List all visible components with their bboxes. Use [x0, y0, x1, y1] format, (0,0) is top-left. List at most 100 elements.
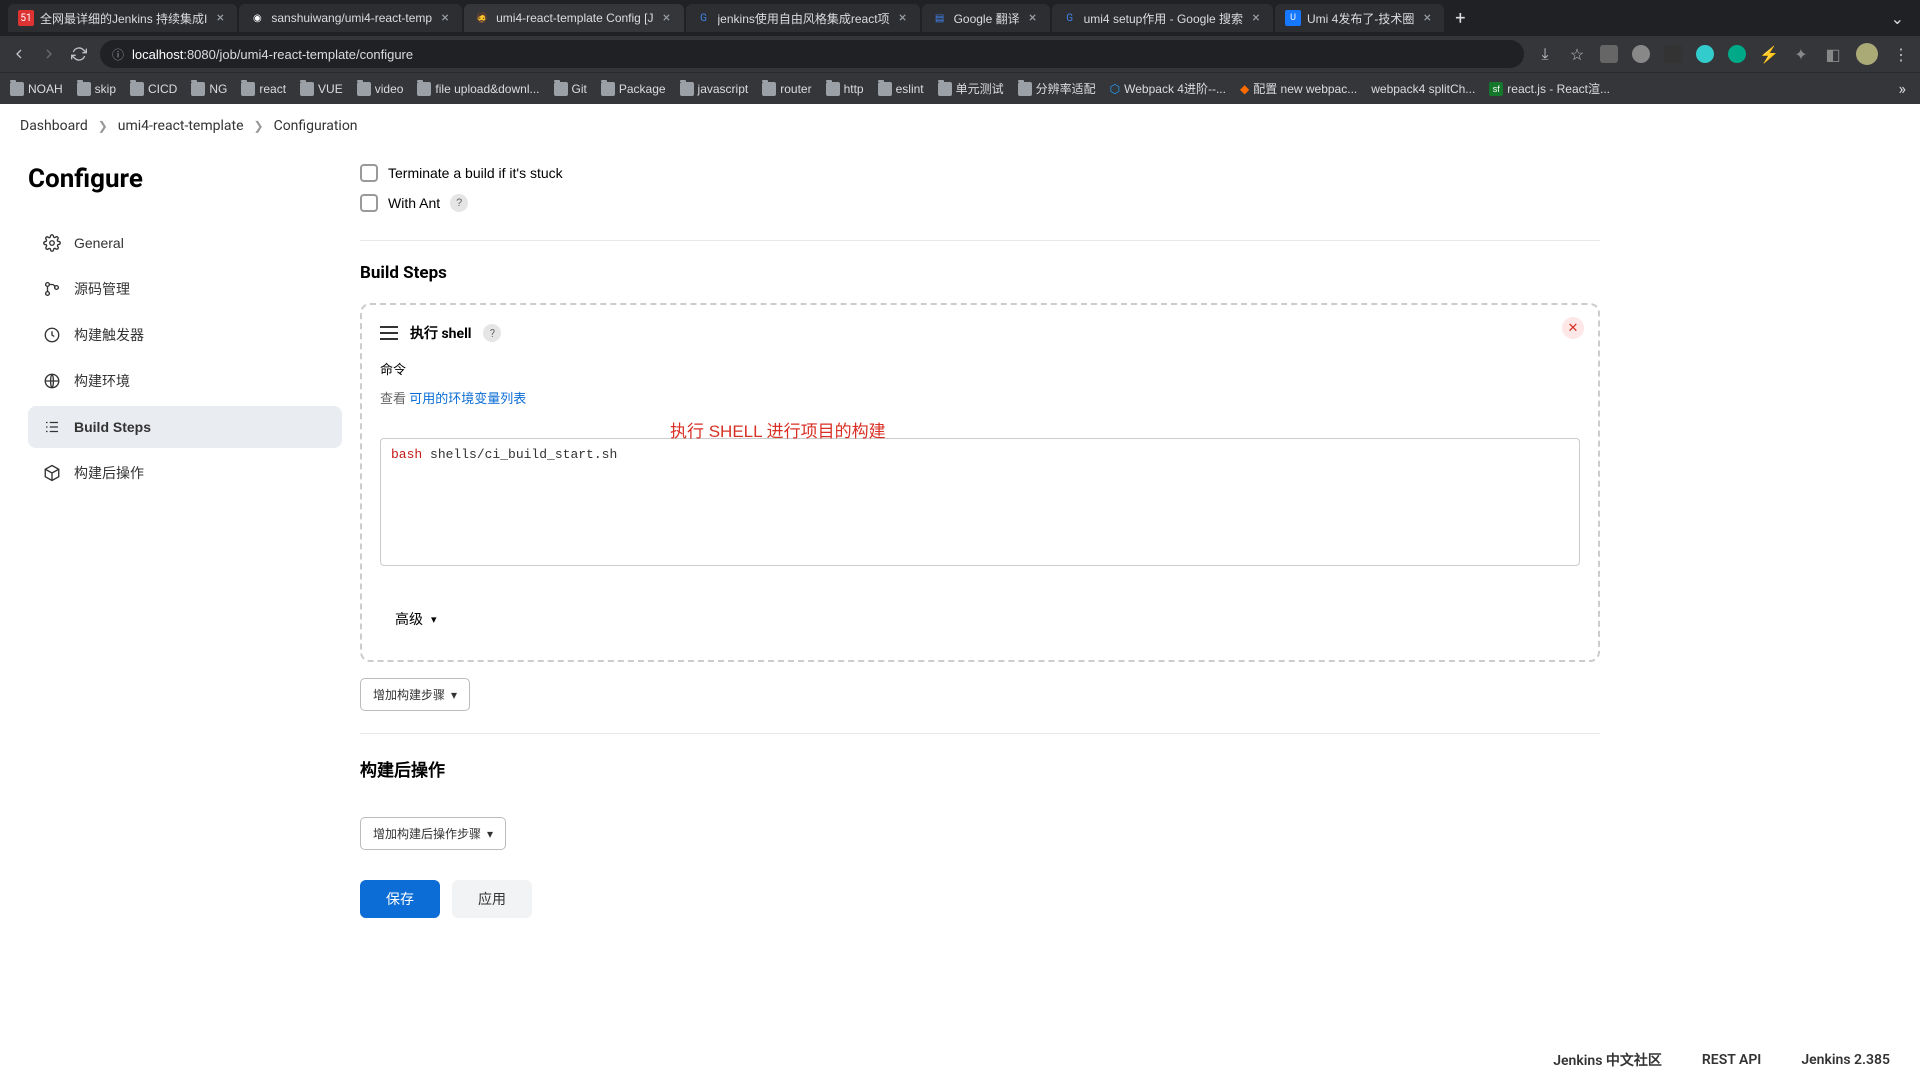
reload-icon[interactable] [70, 45, 88, 63]
close-icon[interactable]: × [213, 11, 227, 25]
back-icon[interactable] [10, 45, 28, 63]
env-vars-hint: 查看 可用的环境变量列表 [380, 388, 1580, 407]
new-tab-button[interactable]: + [1446, 4, 1474, 32]
tabs-overflow-icon[interactable]: ⌄ [1883, 5, 1912, 32]
tab-title: jenkins使用自由风格集成react项 [718, 10, 890, 27]
help-icon[interactable]: ? [450, 194, 468, 212]
info-icon[interactable]: ⓘ [112, 46, 124, 63]
folder-icon [241, 82, 255, 96]
breadcrumb-item[interactable]: umi4-react-template [118, 118, 244, 134]
bookmark-item[interactable]: file upload&downl... [417, 82, 539, 96]
kebab-icon[interactable]: ⋮ [1892, 45, 1910, 63]
bookmark-item[interactable]: skip [77, 82, 116, 96]
add-build-step-button[interactable]: 增加构建步骤 ▾ [360, 678, 470, 711]
forward-icon[interactable] [40, 45, 58, 63]
chevron-down-icon: ▾ [431, 613, 437, 626]
checkbox-icon[interactable] [360, 194, 378, 212]
close-icon[interactable]: × [1249, 11, 1263, 25]
sf-icon: sf [1489, 82, 1503, 96]
terminate-check-row[interactable]: Terminate a build if it's stuck [360, 158, 1600, 188]
tab-0[interactable]: 51 全网最详细的Jenkins 持续集成I × [8, 4, 237, 32]
close-icon[interactable]: × [1026, 11, 1040, 25]
bookmark-item[interactable]: 单元测试 [938, 80, 1004, 97]
checkbox-label: With Ant [388, 195, 440, 211]
footer-version[interactable]: Jenkins 2.385 [1801, 1052, 1890, 1068]
shell-command-input[interactable]: bash shells/ci_build_start.sh [380, 438, 1580, 566]
profile-avatar-icon[interactable] [1856, 43, 1878, 65]
bookmark-item[interactable]: ⬡Webpack 4进阶--... [1110, 80, 1226, 97]
branch-icon [42, 279, 62, 299]
bookmark-item[interactable]: sfreact.js - React渲... [1489, 80, 1610, 97]
page-footer: Jenkins 中文社区 REST API Jenkins 2.385 [0, 1038, 1920, 1080]
bookmark-item[interactable]: NOAH [10, 82, 63, 96]
close-icon[interactable]: × [896, 11, 910, 25]
save-button[interactable]: 保存 [360, 880, 440, 918]
url-text: localhost:8080/job/umi4-react-template/c… [132, 47, 413, 62]
star-icon[interactable]: ☆ [1568, 45, 1586, 63]
tab-2[interactable]: 🧔 umi4-react-template Config [J × [464, 4, 683, 32]
help-icon[interactable]: ? [483, 324, 501, 342]
close-icon[interactable]: × [1420, 11, 1434, 25]
bookmark-item[interactable]: CICD [130, 82, 177, 96]
tab-4[interactable]: ▤ Google 翻译 × [922, 4, 1050, 32]
divider [360, 733, 1600, 734]
bookmark-item[interactable]: webpack4 splitCh... [1371, 82, 1475, 96]
config-form: Terminate a build if it's stuck With Ant… [360, 148, 1640, 1038]
address-bar[interactable]: ⓘ localhost:8080/job/umi4-react-template… [100, 40, 1524, 68]
bookmark-item[interactable]: VUE [300, 82, 343, 96]
sidebar-item-environment[interactable]: 构建环境 [28, 360, 342, 402]
extension-icon[interactable] [1600, 45, 1618, 63]
tab-6[interactable]: U Umi 4发布了-技术圈 × [1275, 4, 1444, 32]
advanced-toggle[interactable]: 高级 ▾ [380, 600, 452, 638]
extensions-icon[interactable]: ✦ [1792, 45, 1810, 63]
bolt-icon[interactable]: ⚡ [1760, 45, 1778, 63]
extension-icon[interactable] [1728, 45, 1746, 63]
tab-1[interactable]: ◉ sanshuiwang/umi4-react-temp × [239, 4, 462, 32]
bookmarks-overflow-icon[interactable]: » [1895, 75, 1911, 102]
apply-button[interactable]: 应用 [452, 880, 532, 918]
footer-rest-link[interactable]: REST API [1702, 1052, 1761, 1068]
sidebar-item-general[interactable]: General [28, 222, 342, 264]
bookmark-item[interactable]: Package [601, 82, 666, 96]
close-icon[interactable]: × [660, 11, 674, 25]
chevron-right-icon: ❯ [254, 119, 264, 133]
checkbox-label: Terminate a build if it's stuck [388, 165, 563, 181]
bookmark-item[interactable]: javascript [680, 82, 749, 96]
remove-step-button[interactable]: ✕ [1562, 317, 1584, 339]
tab-5[interactable]: G umi4 setup作用 - Google 搜索 × [1052, 4, 1273, 32]
drag-handle-icon[interactable] [380, 326, 398, 340]
config-sidebar: Configure General 源码管理 构建触发器 构建环境 Build … [0, 148, 360, 1038]
extension-icon[interactable] [1632, 45, 1650, 63]
bookmark-item[interactable]: ◆配置 new webpac... [1240, 80, 1357, 97]
env-vars-link[interactable]: 可用的环境变量列表 [409, 392, 526, 407]
bookmark-item[interactable]: eslint [878, 82, 924, 96]
bookmark-item[interactable]: react [241, 82, 286, 96]
bookmark-item[interactable]: 分辨率适配 [1018, 80, 1096, 97]
sidebar-item-scm[interactable]: 源码管理 [28, 268, 342, 310]
tab-title: sanshuiwang/umi4-react-temp [271, 11, 432, 25]
sidebar-item-post-build[interactable]: 构建后操作 [28, 452, 342, 494]
add-post-build-button[interactable]: 增加构建后操作步骤 ▾ [360, 817, 506, 850]
bookmark-item[interactable]: video [357, 82, 404, 96]
with-ant-check-row[interactable]: With Ant ? [360, 188, 1600, 218]
folder-icon [878, 82, 892, 96]
sidebar-item-triggers[interactable]: 构建触发器 [28, 314, 342, 356]
bookmark-item[interactable]: http [826, 82, 864, 96]
command-label: 命令 [380, 359, 1580, 378]
breadcrumb-item[interactable]: Dashboard [20, 118, 88, 134]
footer-community-link[interactable]: Jenkins 中文社区 [1553, 1050, 1662, 1070]
steps-icon [42, 417, 62, 437]
extension-icon[interactable] [1696, 45, 1714, 63]
bookmark-item[interactable]: NG [191, 82, 227, 96]
extension-icon[interactable] [1664, 45, 1682, 63]
sidepanel-icon[interactable]: ◧ [1824, 45, 1842, 63]
breadcrumb-item[interactable]: Configuration [274, 118, 358, 134]
bookmark-item[interactable]: Git [554, 82, 587, 96]
install-icon[interactable]: ⤓ [1536, 45, 1554, 63]
tab-3[interactable]: G jenkins使用自由风格集成react项 × [686, 4, 920, 32]
checkbox-icon[interactable] [360, 164, 378, 182]
bookmark-item[interactable]: router [762, 82, 811, 96]
sidebar-item-build-steps[interactable]: Build Steps [28, 406, 342, 448]
close-icon[interactable]: × [438, 11, 452, 25]
tab-title: Umi 4发布了-技术圈 [1307, 10, 1414, 27]
